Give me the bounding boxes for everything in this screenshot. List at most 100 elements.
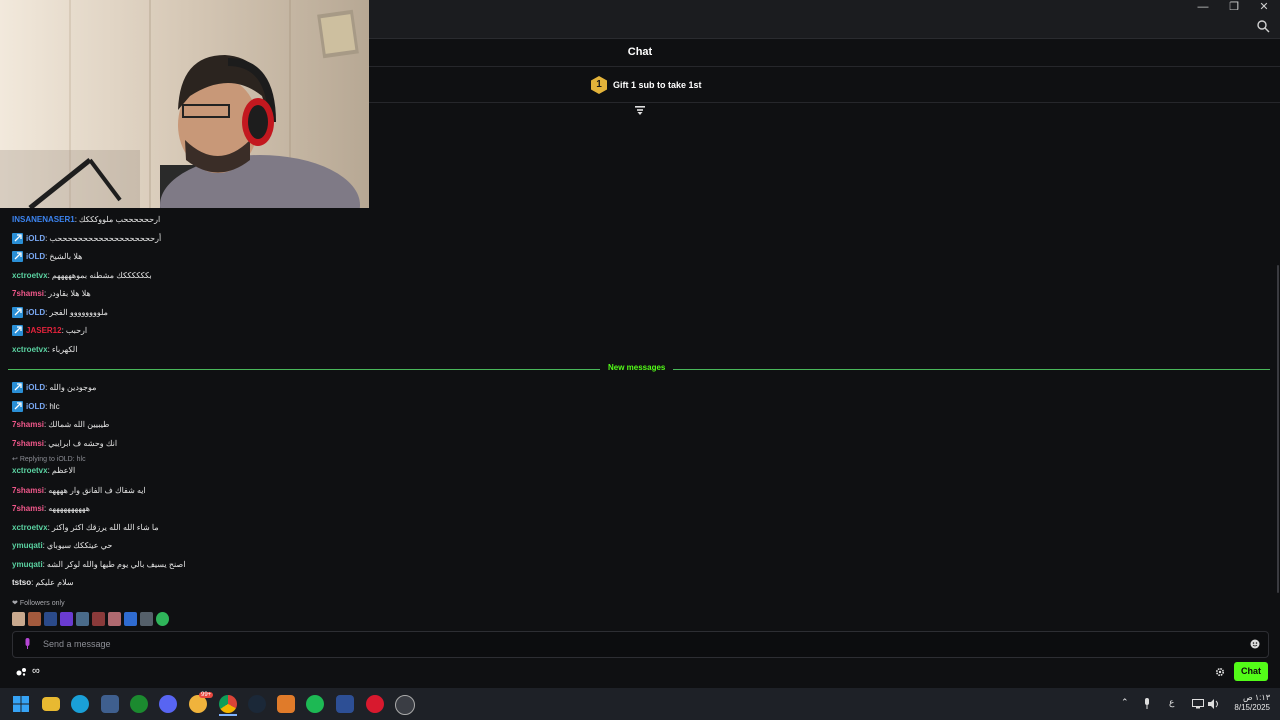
chat-message: xctroetvx: بككككككك مشطنه بموهههههم (12, 267, 152, 283)
username-separator: : (44, 288, 47, 298)
emoji-icon[interactable] (1250, 639, 1260, 649)
emote-icon[interactable] (140, 612, 153, 626)
chat-username[interactable]: 7shamsi (12, 420, 44, 429)
chat-message: iOLD: موجودين والله (12, 379, 96, 395)
message-input-box[interactable]: Send a message (12, 631, 1269, 658)
moderator-badge-icon[interactable] (12, 400, 23, 412)
windows-start-icon[interactable] (12, 695, 30, 713)
moderator-badge-icon[interactable] (12, 306, 23, 318)
webcam-image (0, 0, 369, 208)
emote-row (12, 612, 169, 626)
store-icon[interactable] (101, 695, 119, 713)
chat-username[interactable]: iOLD (26, 402, 45, 411)
emote-icon[interactable] (12, 612, 25, 626)
emote-icon[interactable] (108, 612, 121, 626)
chrome-icon[interactable] (219, 695, 237, 713)
zoom-icon[interactable] (1256, 19, 1270, 33)
chat-username[interactable]: xctroetvx (12, 466, 48, 475)
volume-icon[interactable] (1208, 699, 1220, 709)
language-indicator[interactable]: ع (1169, 697, 1174, 708)
microphone-tray-icon[interactable] (1143, 698, 1151, 710)
channel-points[interactable]: ∞ (16, 665, 40, 677)
chat-username[interactable]: 7shamsi (12, 289, 44, 298)
chat-message-text: حي عيتككك سيوباي (46, 540, 113, 550)
gear-icon[interactable] (1215, 667, 1225, 677)
chat-username[interactable]: 7shamsi (12, 504, 44, 513)
chat-username[interactable]: iOLD (26, 308, 45, 317)
emote-icon[interactable] (44, 612, 57, 626)
username-separator: : (45, 233, 48, 243)
emote-icon[interactable] (124, 612, 137, 626)
filter-icon[interactable] (635, 105, 645, 115)
reply-indicator[interactable]: ↩ Replying to iOLD: hlc (12, 455, 86, 463)
minimize-button[interactable]: — (1188, 0, 1218, 16)
chat-message-text: بككككككك مشطنه بموهههههم (51, 270, 152, 280)
chat-username[interactable]: 7shamsi (12, 439, 44, 448)
emote-icon[interactable] (60, 612, 73, 626)
chat-username[interactable]: iOLD (26, 383, 45, 392)
points-icon (16, 668, 26, 676)
username-separator: : (45, 307, 48, 317)
edge-icon[interactable] (71, 695, 89, 713)
app-icon[interactable] (277, 695, 295, 713)
message-input[interactable]: Send a message (43, 639, 111, 649)
chat-username[interactable]: xctroetvx (12, 345, 48, 354)
username-separator: : (42, 559, 45, 569)
file-explorer-icon[interactable] (42, 697, 60, 711)
clock-date: 8/15/2025 (1234, 703, 1270, 712)
restore-button[interactable]: ❐ (1219, 0, 1249, 16)
chat-message-text: ارححححححب ملووكككك (78, 214, 161, 224)
send-chat-button[interactable]: Chat (1234, 662, 1268, 681)
xbox-icon[interactable] (130, 695, 148, 713)
chat-message: ymuqati: اصنح يسيف بالي يوم طيها والله لو… (12, 556, 185, 572)
chat-message: 7shamsi: ههههههههههه (12, 500, 90, 516)
chat-message: tstso: سلام عليكم (12, 574, 74, 590)
chat-username[interactable]: INSANENASER1 (12, 215, 75, 224)
emote-icon[interactable] (156, 612, 169, 626)
chat-message-text: ارحبب (65, 325, 88, 335)
followers-only-notice: ❤ Followers only (12, 599, 65, 607)
opera-icon[interactable] (366, 695, 384, 713)
spotify-icon[interactable] (306, 695, 324, 713)
chat-username[interactable]: ymuqati (12, 541, 43, 550)
emote-icon[interactable] (76, 612, 89, 626)
system-clock[interactable]: ١:١٣ ص 8/15/2025 (1228, 693, 1270, 713)
moderator-badge-icon[interactable] (12, 324, 23, 336)
chat-message: iOLD: hlc (12, 398, 60, 414)
chevron-up-icon[interactable]: ⌃ (1121, 697, 1129, 708)
close-button[interactable]: ✕ (1249, 0, 1279, 16)
chat-username[interactable]: iOLD (26, 252, 45, 261)
chat-username[interactable]: JASER12 (26, 326, 62, 335)
moderator-badge-icon[interactable] (12, 381, 23, 393)
active-app-indicator (219, 714, 237, 716)
chat-message: 7shamsi: طيبيين الله شمالك (12, 416, 109, 432)
chat-username[interactable]: tstso (12, 578, 31, 587)
moderator-badge-icon[interactable] (12, 232, 23, 244)
chat-message: xctroetvx: الاعظم (12, 462, 75, 478)
network-icon[interactable] (1192, 699, 1204, 709)
chat-message-text: اصنح يسيف بالي يوم طيها والله لوكر الشه (46, 559, 186, 569)
obs-icon[interactable] (395, 695, 415, 715)
chat-username[interactable]: xctroetvx (12, 523, 48, 532)
moderator-badge-icon[interactable] (12, 250, 23, 262)
username-separator: : (45, 401, 48, 411)
emote-icon[interactable] (92, 612, 105, 626)
chat-message-text: الكهرباء (51, 344, 78, 354)
chat-scrollbar[interactable] (1277, 265, 1279, 593)
emote-icon[interactable] (28, 612, 41, 626)
chat-message: iOLD: هلا بالشيخ (12, 248, 82, 264)
new-messages-label: New messages (600, 363, 674, 372)
username-separator: : (47, 270, 50, 280)
reply-text: Replying to iOLD: hlc (19, 456, 86, 463)
chat-username[interactable]: 7shamsi (12, 486, 44, 495)
gift-promo[interactable]: 1 Gift 1 sub to take 1st (591, 76, 702, 94)
chat-username[interactable]: iOLD (26, 234, 45, 243)
username-separator: : (61, 325, 64, 335)
app-icon[interactable] (336, 695, 354, 713)
chat-message-text: طيبيين الله شمالك (48, 419, 110, 429)
chat-username[interactable]: ymuqati (12, 560, 43, 569)
chat-username[interactable]: xctroetvx (12, 271, 48, 280)
steam-icon[interactable] (248, 695, 266, 713)
microphone-icon[interactable] (23, 638, 32, 650)
discord-icon[interactable] (159, 695, 177, 713)
